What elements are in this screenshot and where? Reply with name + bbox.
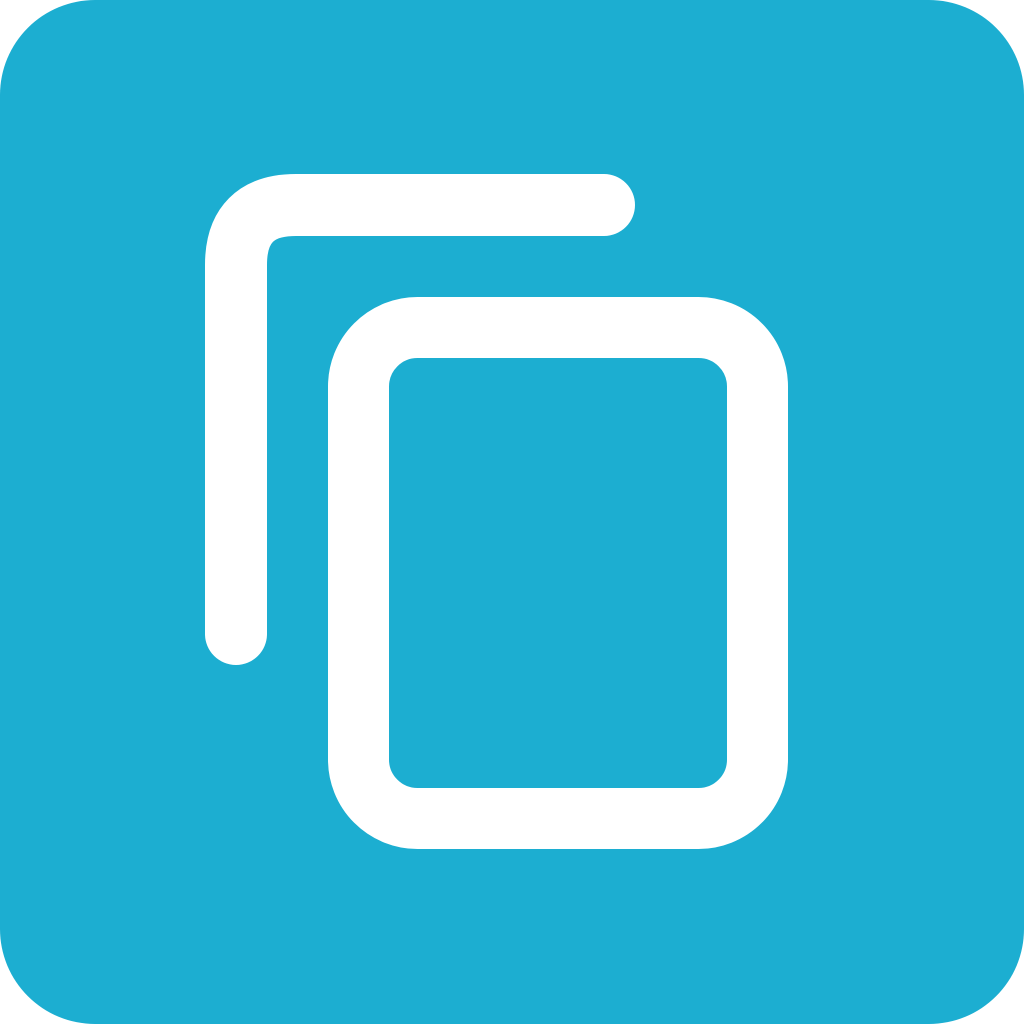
icon-background [0,0,1024,1024]
copy-app-icon[interactable] [0,0,1024,1024]
copy-icon [0,0,1024,1024]
